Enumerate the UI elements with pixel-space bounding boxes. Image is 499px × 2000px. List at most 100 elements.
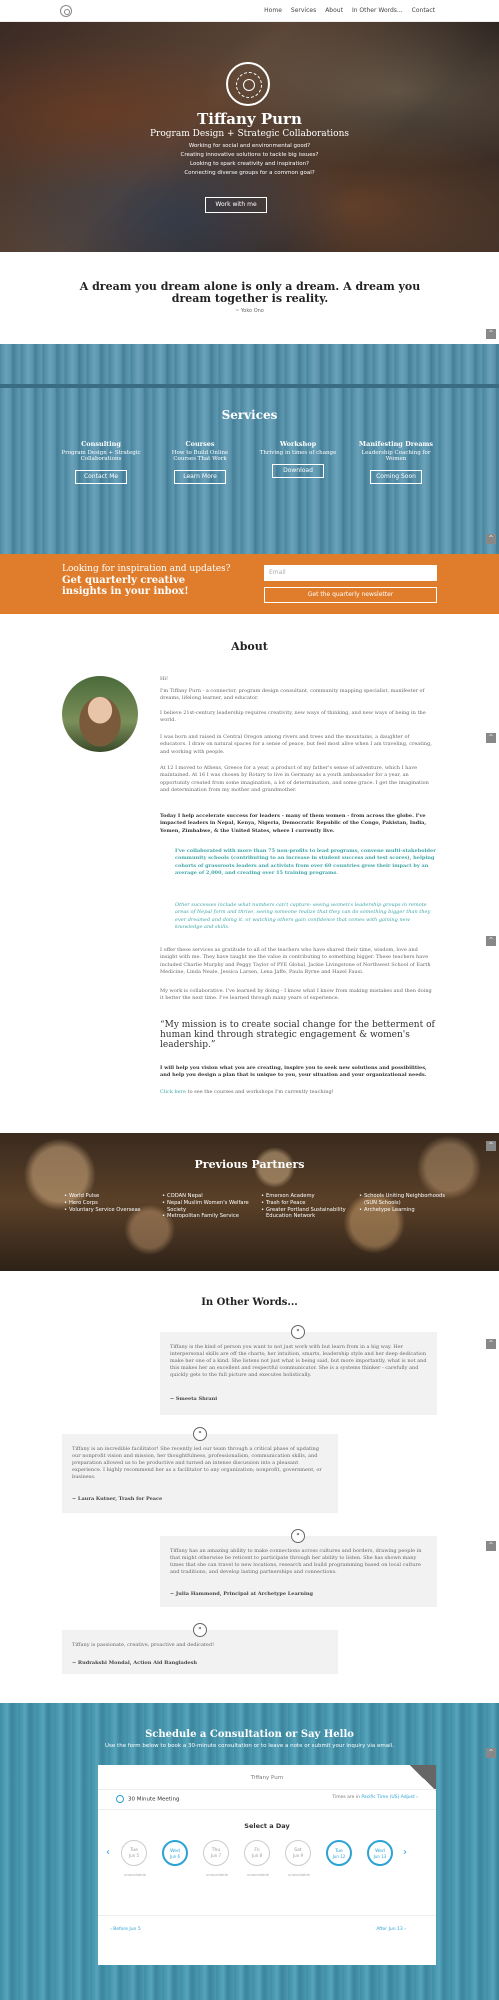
day-button[interactable]: Tue Jun 5 unavailable <box>121 1840 147 1877</box>
chevron-up-icon[interactable]: ^ <box>486 1541 496 1551</box>
day-status: unavailable <box>206 1872 228 1877</box>
quote-icon: " <box>291 1529 305 1543</box>
day-button[interactable]: Thu Jun 7 unavailable <box>203 1840 229 1877</box>
nav-item-services[interactable]: Services <box>291 7 316 14</box>
chevron-up-icon[interactable]: ^ <box>486 329 496 339</box>
chevron-right-icon[interactable]: › <box>403 1847 407 1858</box>
services-title: Services <box>221 408 278 422</box>
logo-icon[interactable] <box>60 5 72 17</box>
service-courses: Courses How to Build Online Courses That… <box>160 440 240 484</box>
day-button[interactable]: Wed Jun 13 <box>367 1840 393 1866</box>
about-paragraph: Today I help accelerate success for lead… <box>160 813 427 834</box>
service-desc: Thriving in times of change <box>259 450 337 456</box>
meeting-type: 30 Minute Meeting <box>116 1795 179 1803</box>
day-date: Jun 12 <box>332 1854 346 1859</box>
next-days-link[interactable]: After Jun 13 › <box>376 1927 406 1932</box>
testimonial-text: Tiffany is passionate, creative, proacti… <box>72 1642 215 1648</box>
chevron-left-icon[interactable]: ‹ <box>106 1847 110 1858</box>
chevron-up-icon[interactable]: ^ <box>486 534 496 544</box>
day-button[interactable]: Sat Jun 9 unavailable <box>285 1840 311 1877</box>
click-here-link[interactable]: Click here <box>160 1089 186 1095</box>
service-heading: Courses <box>185 440 215 448</box>
day-status: unavailable <box>124 1872 146 1877</box>
download-button[interactable]: Download <box>272 464 324 478</box>
consultation-section: Schedule a Consultation or Say Hello Use… <box>0 1703 499 2000</box>
day-status: unavailable <box>288 1872 310 1877</box>
partner-item: Hero Corps <box>64 1200 160 1207</box>
mandala-logo-icon <box>226 62 270 106</box>
day-button[interactable]: Tue Jun 12 <box>326 1840 352 1866</box>
service-heading: Consulting <box>81 440 121 448</box>
timezone-line: Times are in Pacific Time (US) Adjust › <box>332 1795 418 1800</box>
timezone-link[interactable]: Pacific Time (US) Adjust › <box>361 1795 418 1800</box>
chevron-up-icon[interactable]: ^ <box>486 1748 496 1758</box>
quote-author: ~ Yoko Ono <box>235 308 264 314</box>
about-highlight: I've collaborated with more than 75 non-… <box>175 848 436 876</box>
services-section: Services Consulting Program Design + Str… <box>0 344 499 554</box>
day-date: Jun 9 <box>292 1853 304 1858</box>
consultation-subtitle: Use the form below to book a 30-minute c… <box>105 1743 394 1749</box>
partner-item: Trash for Peace <box>261 1200 357 1207</box>
testimonial-text: Tiffany is an incredible facilitator! Sh… <box>72 1446 322 1480</box>
chevron-up-icon[interactable]: ^ <box>486 1339 496 1349</box>
nav-item-contact[interactable]: Contact <box>412 7 435 14</box>
contact-me-button[interactable]: Contact Me <box>75 470 127 484</box>
chevron-up-icon[interactable]: ^ <box>486 1141 496 1151</box>
select-day-label: Select a Day <box>244 1822 290 1830</box>
email-field[interactable]: Email <box>264 565 437 581</box>
about-greeting: Hi! <box>160 676 168 682</box>
chevron-up-icon[interactable]: ^ <box>486 936 496 946</box>
previous-days-link[interactable]: ‹ Before Jun 5 <box>110 1927 141 1932</box>
quote-icon: " <box>193 1427 207 1441</box>
partner-item: Greater Portland Sustainability Educatio… <box>261 1207 357 1221</box>
testimonial-text: Tiffany is the kind of person you want t… <box>170 1344 427 1378</box>
nav-item-in-other-words[interactable]: In Other Words... <box>352 7 403 14</box>
booking-calendar: Tiffany Purn 30 Minute Meeting Times are… <box>98 1765 436 1965</box>
newsletter-section: Looking for inspiration and updates? Get… <box>0 554 499 614</box>
hero-subtitle: Program Design + Strategic Collaboration… <box>150 129 349 139</box>
partner-item: Schools Uniting Neighborhoods (SUN Schoo… <box>359 1193 455 1207</box>
hero-line: Creating innovative solutions to tackle … <box>180 152 319 158</box>
testimonial-card: " Tiffany is the kind of person you want… <box>160 1325 437 1415</box>
divider <box>98 1809 436 1810</box>
learn-more-button[interactable]: Learn More <box>174 470 226 484</box>
about-paragraph: I will help you vision what you are crea… <box>160 1065 427 1079</box>
testimonial-card: " Tiffany has an amazing ability to make… <box>160 1529 437 1607</box>
about-paragraph: I offer these services as gratitude to a… <box>160 947 431 975</box>
partner-item: Voluntary Service Overseas <box>64 1207 160 1214</box>
courses-line-text: to see the courses and workshops I'm cur… <box>185 1089 334 1095</box>
day-date: Jun 8 <box>251 1853 263 1858</box>
partner-item: Emerson Academy <box>261 1193 357 1200</box>
service-desc: Leadership Coaching for Women <box>361 450 431 462</box>
courses-line: Click here to see the courses and worksh… <box>160 1089 436 1096</box>
partners-column: World Pulse Hero Corps Voluntary Service… <box>64 1193 160 1213</box>
partners-column: CODAN Nepal Nepal Muslim Women's Welfare… <box>162 1193 258 1220</box>
chevron-up-icon[interactable]: ^ <box>486 733 496 743</box>
service-desc: Program Design + Strategic Collaboration… <box>61 450 141 462</box>
about-paragraph: I was born and raised in Central Oregon … <box>160 734 432 755</box>
testimonial-text: Tiffany has an amazing ability to make c… <box>170 1548 422 1575</box>
newsletter-button[interactable]: Get the quarterly newsletter <box>264 587 437 603</box>
partner-item: Nepal Muslim Women's Welfare Society <box>162 1200 258 1214</box>
divider <box>98 1789 436 1790</box>
service-heading: Manifesting Dreams <box>358 440 434 448</box>
testimonial-author: ~ Julia Hammond, Principal at Archetype … <box>170 1591 313 1597</box>
day-date: Jun 5 <box>128 1853 140 1858</box>
nav-item-about[interactable]: About <box>325 7 343 14</box>
day-button[interactable]: Wed Jun 6 <box>162 1840 188 1866</box>
divider <box>0 384 499 388</box>
coming-soon-button[interactable]: Coming Soon <box>370 470 422 484</box>
service-manifesting-dreams: Manifesting Dreams Leadership Coaching f… <box>356 440 436 484</box>
quote-text: A dream you dream alone is only a dream.… <box>79 280 421 305</box>
day-button[interactable]: Fri Jun 8 unavailable <box>244 1840 270 1877</box>
mission-quote: “My mission is to create social change f… <box>160 1020 435 1050</box>
partners-column: Schools Uniting Neighborhoods (SUN Schoo… <box>359 1193 455 1213</box>
day-date: Jun 6 <box>169 1854 181 1859</box>
hero-line: Looking to spark creativity and inspirat… <box>190 161 309 167</box>
day-status: unavailable <box>247 1872 269 1877</box>
testimonial-card: " Tiffany is passionate, creative, proac… <box>62 1623 338 1674</box>
partner-item: Archetype Learning <box>359 1207 455 1214</box>
quote-icon: " <box>193 1623 207 1637</box>
nav-item-home[interactable]: Home <box>264 7 282 14</box>
work-with-me-button[interactable]: Work with me <box>205 197 267 213</box>
